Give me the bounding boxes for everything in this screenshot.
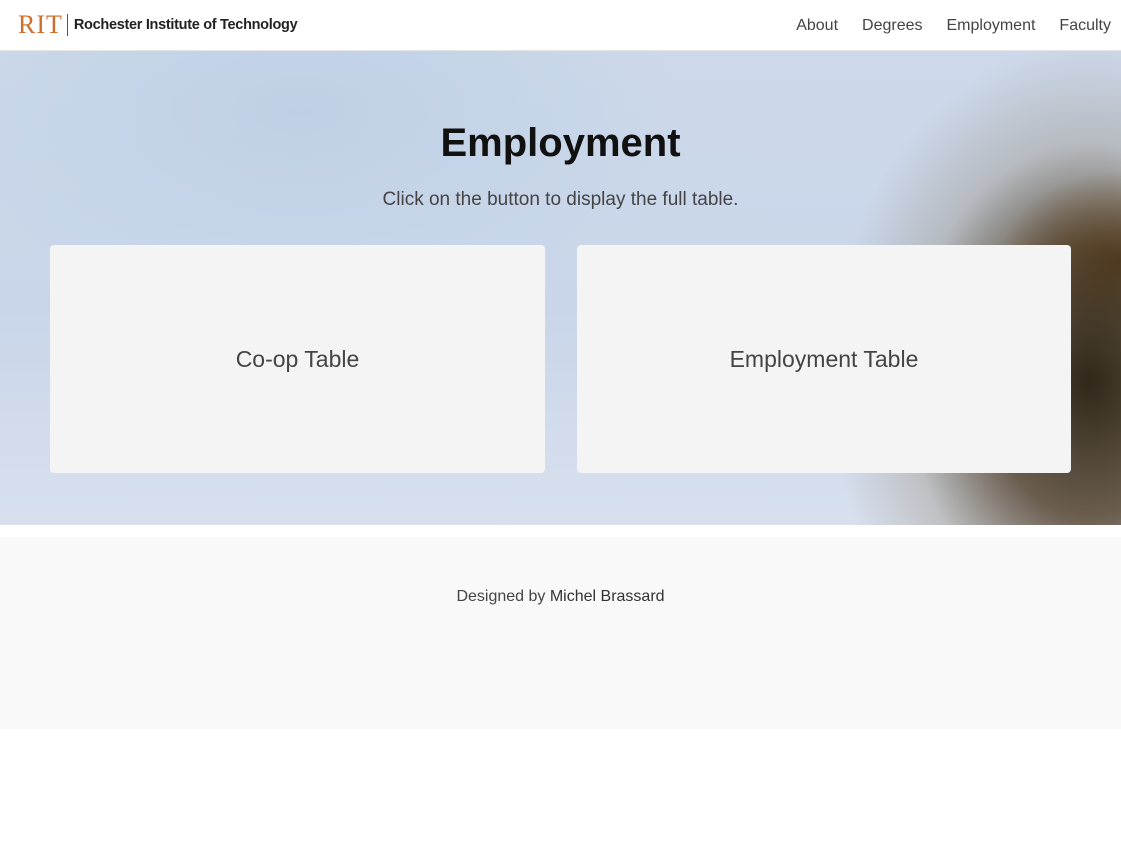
footer-author-name: Michel Brassard	[549, 588, 665, 605]
coop-table-button[interactable]: Co-op Table	[50, 245, 545, 473]
page-subtitle: Click on the button to display the full …	[382, 189, 739, 210]
hero-section: Employment Click on the button to displa…	[0, 51, 1121, 525]
main-nav: About Degrees Employment Faculty	[772, 0, 1111, 51]
footer-credit-prefix: Designed by	[456, 588, 546, 605]
nav-link-degrees[interactable]: Degrees	[862, 17, 922, 35]
rit-logo[interactable]: RIT Rochester Institute of Technology	[18, 10, 298, 39]
footer: Designed by Michel Brassard	[0, 537, 1121, 729]
footer-credit: Designed by Michel Brassard	[0, 588, 1121, 606]
top-navbar: RIT Rochester Institute of Technology Ab…	[0, 0, 1121, 51]
nav-link-faculty[interactable]: Faculty	[1059, 17, 1111, 35]
nav-link-employment[interactable]: Employment	[947, 17, 1036, 35]
page-title: Employment	[440, 121, 681, 165]
logo-wordmark: Rochester Institute of Technology	[73, 17, 298, 33]
employment-table-button[interactable]: Employment Table	[577, 245, 1071, 473]
logo-mark: RIT	[18, 10, 63, 39]
logo-divider	[66, 14, 68, 36]
nav-link-about[interactable]: About	[796, 17, 838, 35]
